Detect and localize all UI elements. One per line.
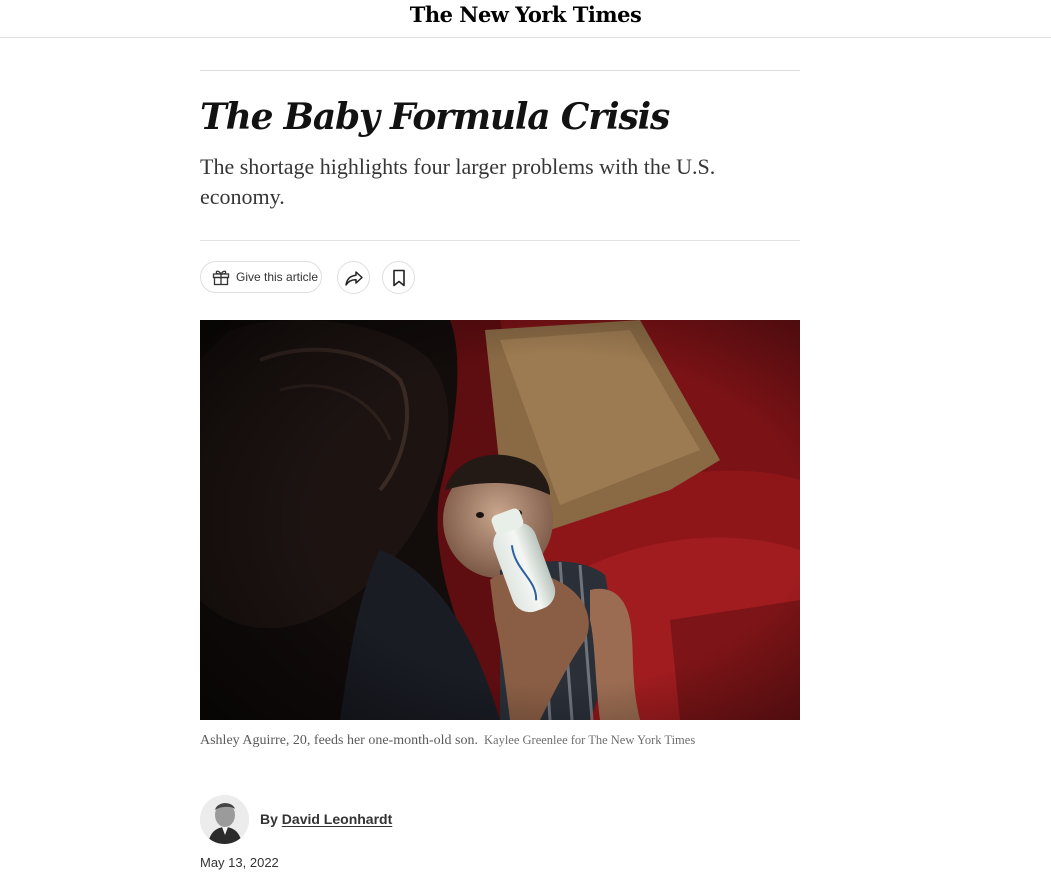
gift-icon	[211, 267, 231, 287]
author-link[interactable]: David Leonhardt	[282, 811, 392, 827]
share-button[interactable]	[337, 261, 370, 294]
masthead: The New York Times	[0, 0, 1051, 38]
give-article-label: Give this article	[236, 270, 319, 284]
share-arrow-icon	[344, 269, 364, 287]
nyt-logo[interactable]: The New York Times	[0, 2, 1051, 27]
bookmark-icon	[392, 269, 406, 287]
scrolled-text-fragment	[560, 34, 580, 37]
save-button[interactable]	[382, 261, 415, 294]
photo-caption: Ashley Aguirre, 20, feeds her one-month-…	[200, 733, 820, 749]
publish-date: May 13, 2022	[200, 855, 279, 870]
article-headline: The Baby Formula Crisis	[200, 96, 670, 138]
author-avatar[interactable]	[200, 794, 249, 844]
caption-text: Ashley Aguirre, 20, feeds her one-month-…	[200, 733, 478, 748]
article-photo	[200, 320, 800, 720]
byline-text: By David Leonhardt	[260, 811, 392, 827]
divider	[200, 240, 800, 241]
divider	[200, 70, 800, 71]
byline-prefix: By	[260, 811, 278, 827]
article-summary: The shortage highlights four larger prob…	[200, 154, 716, 209]
mother-feeding-baby-photo	[200, 320, 800, 720]
photo-credit: Kaylee Greenlee for The New York Times	[484, 733, 696, 747]
give-article-button[interactable]: Give this article	[200, 261, 322, 293]
byline: By David Leonhardt	[200, 794, 392, 844]
